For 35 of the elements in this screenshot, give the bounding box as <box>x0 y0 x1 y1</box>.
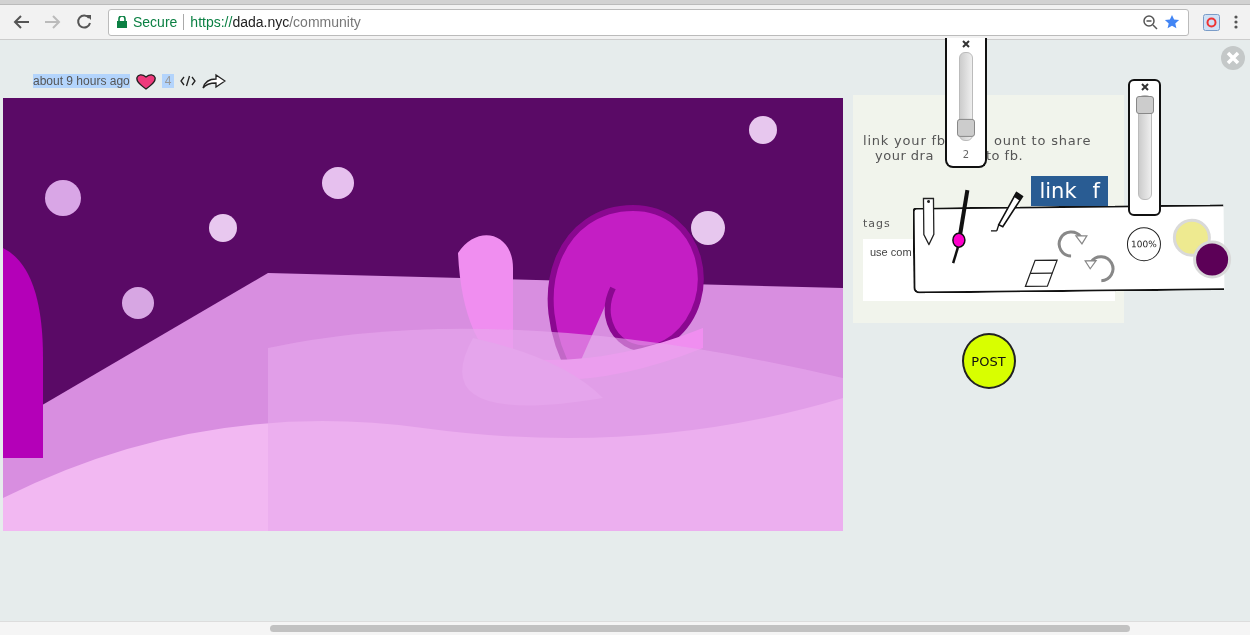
slider-thumb[interactable] <box>957 118 975 137</box>
post-time: about 9 hours ago <box>33 74 130 88</box>
link-facebook-button[interactable]: link f <box>1031 176 1108 206</box>
heart-icon[interactable] <box>135 72 156 90</box>
share-description: your dra <box>875 148 934 163</box>
extension-icon[interactable] <box>1203 13 1220 31</box>
slider-track[interactable] <box>1137 95 1152 200</box>
star-icon[interactable] <box>1164 14 1180 30</box>
share-description: ount to share <box>993 133 1092 148</box>
like-count: 4 <box>161 74 175 88</box>
slider-track[interactable] <box>959 52 973 141</box>
tags-label: tags <box>863 217 892 230</box>
back-icon[interactable] <box>12 14 30 30</box>
reload-icon[interactable] <box>76 14 92 30</box>
pencil-icon[interactable] <box>920 195 937 246</box>
color-swatch[interactable] <box>1192 240 1232 279</box>
share-description: to fb. <box>985 148 1024 163</box>
lock-icon <box>117 16 127 28</box>
slider-value: 2 <box>962 149 970 160</box>
slider-thumb[interactable] <box>1135 96 1154 114</box>
share-arrow-icon[interactable] <box>202 73 227 89</box>
share-description: link your fb <box>863 133 946 148</box>
embed-code-icon[interactable] <box>180 75 197 87</box>
undo-icon[interactable] <box>1083 252 1118 283</box>
url-text: https://dada.nyc/community <box>190 14 361 30</box>
zoom-out-icon[interactable] <box>1143 14 1158 30</box>
address-bar[interactable]: Secure https://dada.nyc/community <box>108 8 1189 36</box>
horizontal-scrollbar[interactable] <box>0 621 1250 635</box>
eraser-icon[interactable] <box>1023 258 1060 289</box>
zoom-level-button[interactable]: 100% <box>1126 227 1162 262</box>
close-icon[interactable] <box>1140 83 1149 91</box>
post-button[interactable]: POST <box>961 333 1016 389</box>
secure-label: Secure <box>133 14 178 30</box>
close-icon[interactable] <box>962 40 970 48</box>
menu-icon[interactable] <box>1234 15 1238 29</box>
